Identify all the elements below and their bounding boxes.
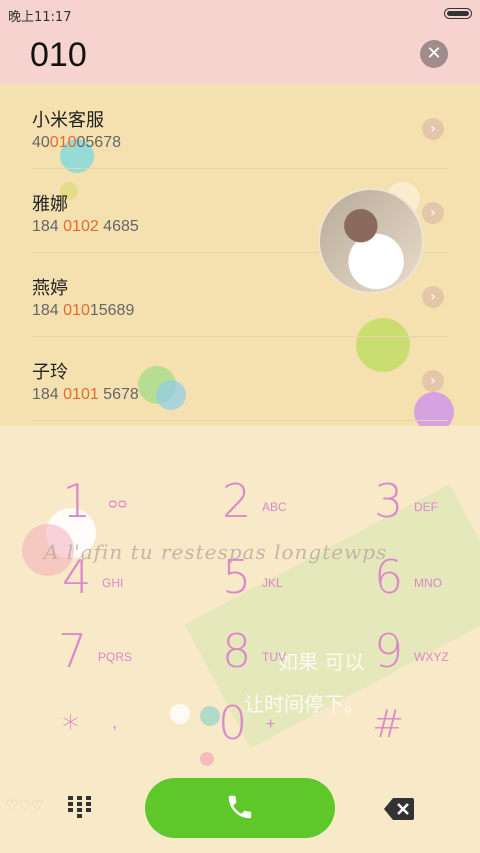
contact-avatar [318, 188, 424, 294]
key-letters: DEF [414, 500, 438, 514]
key-2[interactable]: 2 ABC [222, 474, 342, 534]
key-digit: 0 [218, 696, 248, 750]
key-9[interactable]: 9 WXYZ [374, 624, 480, 684]
search-bar: 010 ✕ [0, 28, 480, 84]
voicemail-icon: ᴑᴑ [108, 496, 128, 512]
key-digit: # [372, 702, 404, 746]
chevron-right-icon[interactable]: › [422, 370, 444, 392]
key-hash[interactable]: # [372, 696, 480, 756]
key-digit: * [62, 708, 79, 748]
phone-icon [228, 795, 252, 819]
key-letters: + [266, 716, 276, 733]
key-digit: 6 [374, 550, 404, 604]
chevron-right-icon[interactable]: › [422, 118, 444, 140]
contact-number: 4001005678 [32, 134, 121, 151]
key-3[interactable]: 3 DEF [374, 474, 480, 534]
key-letters: ABC [262, 500, 287, 514]
contact-name: 子玲 [32, 362, 68, 383]
clear-icon[interactable]: ✕ [420, 40, 448, 68]
call-button[interactable] [145, 778, 335, 838]
key-digit: 5 [222, 550, 252, 604]
key-7[interactable]: 7 PQRS [58, 624, 178, 684]
contact-name: 小米客服 [32, 110, 104, 131]
key-8[interactable]: 8 TUV [222, 624, 342, 684]
key-star[interactable]: * , [62, 696, 182, 756]
contact-name: 燕婷 [32, 278, 68, 299]
chevron-right-icon[interactable]: › [422, 286, 444, 308]
chevron-right-icon[interactable]: › [422, 202, 444, 224]
key-letters: TUV [262, 650, 286, 664]
key-letters: , [112, 712, 118, 732]
battery-icon [444, 8, 472, 19]
key-digit: 8 [222, 624, 252, 678]
key-letters: WXYZ [414, 650, 449, 664]
key-letters: JKL [262, 576, 283, 590]
key-1[interactable]: 1 ᴑᴑ [62, 474, 182, 534]
list-item[interactable]: 小米客服 4001005678 › [32, 84, 448, 169]
dialpad-toggle-icon[interactable] [68, 796, 92, 822]
key-letters: GHI [102, 576, 124, 590]
key-6[interactable]: 6 MNO [374, 550, 480, 610]
list-item[interactable]: 子玲 184 0101 5678 › [32, 336, 448, 421]
status-time: 晚上11:17 [8, 10, 72, 25]
contact-number: 184 0101 5678 [32, 386, 139, 403]
contact-number: 184 01015689 [32, 302, 135, 319]
key-digit: 3 [374, 474, 404, 528]
status-bar: 晚上11:17 [0, 0, 480, 28]
key-digit: 4 [62, 550, 92, 604]
dialpad: A l'afin tu restespas longtewps 如果 可以 让时… [0, 426, 480, 772]
key-letters: PQRS [98, 650, 133, 664]
key-digit: 9 [374, 624, 404, 678]
backspace-icon[interactable] [384, 798, 414, 824]
contact-name: 雅娜 [32, 194, 68, 215]
key-5[interactable]: 5 JKL [222, 550, 342, 610]
key-0[interactable]: 0 + [218, 696, 338, 756]
key-digit: 7 [58, 624, 88, 678]
key-digit: 1 [62, 474, 92, 528]
bottom-bar: ♡♡♡ [0, 772, 480, 853]
decor-hearts: ♡♡♡ [6, 798, 44, 814]
decor-bubble [200, 706, 220, 726]
key-digit: 2 [222, 474, 252, 528]
key-letters: MNO [414, 576, 442, 590]
key-4[interactable]: 4 GHI [62, 550, 182, 610]
decor-bubble [200, 752, 214, 766]
contact-number: 184 0102 4685 [32, 218, 139, 235]
dial-input[interactable]: 010 [30, 36, 87, 75]
